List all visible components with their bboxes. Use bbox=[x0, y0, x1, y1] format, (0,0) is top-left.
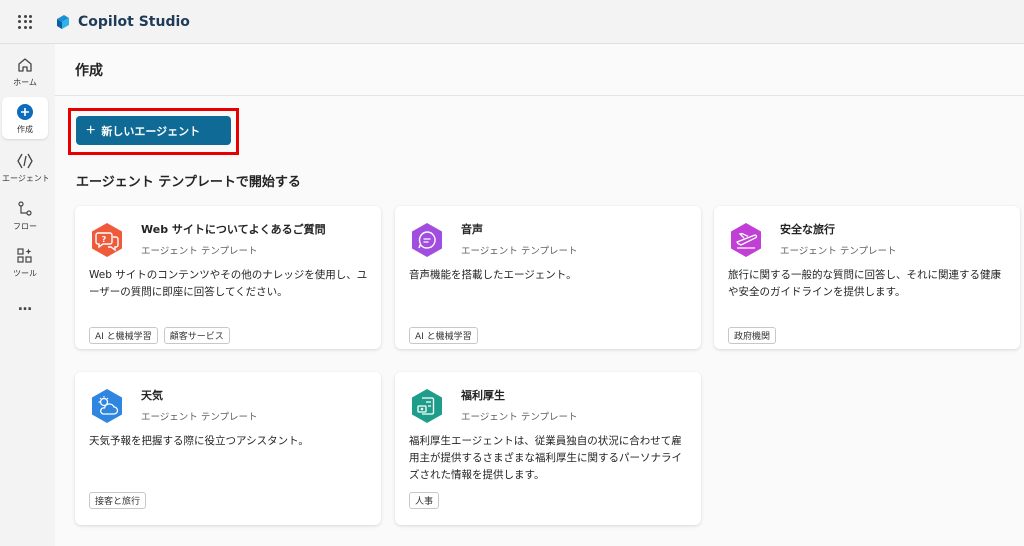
card-subtitle: エージェント テンプレート bbox=[141, 246, 258, 257]
card-subtitle: エージェント テンプレート bbox=[461, 412, 578, 423]
new-agent-button-label: 新しいエージェント bbox=[101, 125, 201, 138]
nav-flow-label: フロー bbox=[13, 221, 37, 231]
nav-create-label: 作成 bbox=[17, 124, 33, 134]
tools-icon bbox=[15, 246, 35, 266]
tag: AI と機械学習 bbox=[409, 327, 478, 344]
top-bar: Copilot Studio bbox=[0, 0, 1024, 44]
agents-icon bbox=[15, 151, 35, 171]
nav-more[interactable]: … bbox=[2, 288, 48, 324]
card-title: 安全な旅行 bbox=[780, 223, 835, 236]
card-tags: 人事 bbox=[409, 492, 440, 509]
voice-chat-icon bbox=[412, 223, 442, 257]
template-card-benefits[interactable]: 福利厚生 エージェント テンプレート 福利厚生エージェントは、従業員独自の状況に… bbox=[395, 372, 701, 525]
template-card-weather[interactable]: 天気 エージェント テンプレート 天気予報を把握する際に役立つアシスタント。 接… bbox=[75, 372, 381, 525]
card-subtitle: エージェント テンプレート bbox=[141, 412, 258, 423]
tag: 政府機関 bbox=[728, 327, 777, 344]
page-title: 作成 bbox=[75, 62, 103, 79]
faq-chat-icon: ? bbox=[92, 223, 122, 257]
nav-tools[interactable]: ツール bbox=[2, 241, 48, 283]
airplane-icon bbox=[731, 223, 761, 257]
card-tags: 政府機関 bbox=[728, 327, 777, 344]
nav-agents-label: エージェント bbox=[2, 173, 48, 183]
card-description: Web サイトのコンテンツやその他のナレッジを使用し、ユーザーの質問に即座に回答… bbox=[89, 269, 368, 298]
card-title: 天気 bbox=[141, 389, 163, 402]
card-tags: AI と機械学習 顧客サービス bbox=[89, 327, 230, 344]
copilot-studio-logo-icon bbox=[57, 14, 69, 29]
nav-agents[interactable]: エージェント bbox=[2, 146, 48, 188]
page-header: 作成 bbox=[55, 44, 1024, 96]
nav-create[interactable]: 作成 bbox=[2, 97, 48, 139]
card-description: 旅行に関する一般的な質問に回答し、それに関連する健康や安全のガイドラインを提供し… bbox=[728, 269, 1001, 298]
tag: AI と機械学習 bbox=[89, 327, 158, 344]
card-subtitle: エージェント テンプレート bbox=[780, 246, 897, 257]
template-card-faq[interactable]: ? Web サイトについてよくあるご質問 エージェント テンプレート Web サ… bbox=[75, 206, 381, 349]
card-title: 音声 bbox=[461, 223, 483, 236]
section-title: エージェント テンプレートで開始する bbox=[76, 175, 301, 190]
new-agent-button[interactable]: + 新しいエージェント bbox=[76, 116, 231, 145]
template-card-safe-travel[interactable]: 安全な旅行 エージェント テンプレート 旅行に関する一般的な質問に回答し、それに… bbox=[714, 206, 1020, 349]
tag: 顧客サービス bbox=[163, 327, 230, 344]
card-subtitle: エージェント テンプレート bbox=[461, 246, 578, 257]
svg-text:?: ? bbox=[102, 235, 107, 244]
plus-icon: + bbox=[86, 121, 96, 139]
card-title: 福利厚生 bbox=[461, 389, 505, 402]
main-content: 作成 + 新しいエージェント エージェント テンプレートで開始する ? Web … bbox=[55, 44, 1024, 546]
nav-home-label: ホーム bbox=[13, 77, 37, 87]
more-icon: … bbox=[18, 298, 32, 314]
flow-icon bbox=[15, 199, 35, 219]
create-plus-icon bbox=[15, 102, 35, 122]
card-description: 福利厚生エージェントは、従業員独自の状況に合わせて雇用主が提供するさまざまな福利… bbox=[409, 435, 682, 481]
highlight-box: + 新しいエージェント bbox=[68, 108, 239, 155]
nav-home[interactable]: ホーム bbox=[2, 50, 48, 92]
app-launcher-icon[interactable] bbox=[18, 14, 32, 29]
tag: 接客と旅行 bbox=[89, 492, 147, 509]
template-card-voice[interactable]: 音声 エージェント テンプレート 音声機能を搭載したエージェント。 AI と機械… bbox=[395, 206, 701, 349]
card-title: Web サイトについてよくあるご質問 bbox=[141, 223, 326, 236]
home-icon bbox=[15, 55, 35, 75]
card-tags: 接客と旅行 bbox=[89, 492, 147, 509]
nav-tools-label: ツール bbox=[13, 268, 37, 278]
card-description: 音声機能を搭載したエージェント。 bbox=[409, 269, 577, 281]
weather-cloud-icon bbox=[92, 389, 122, 423]
tag: 人事 bbox=[409, 492, 440, 509]
card-description: 天気予報を把握する際に役立つアシスタント。 bbox=[89, 435, 309, 447]
app-title[interactable]: Copilot Studio bbox=[78, 14, 190, 30]
benefits-icon bbox=[412, 389, 442, 423]
card-tags: AI と機械学習 bbox=[409, 327, 478, 344]
nav-flow[interactable]: フロー bbox=[2, 194, 48, 236]
left-nav-rail: ホーム 作成 エージェント フロー ツール … bbox=[0, 44, 52, 546]
